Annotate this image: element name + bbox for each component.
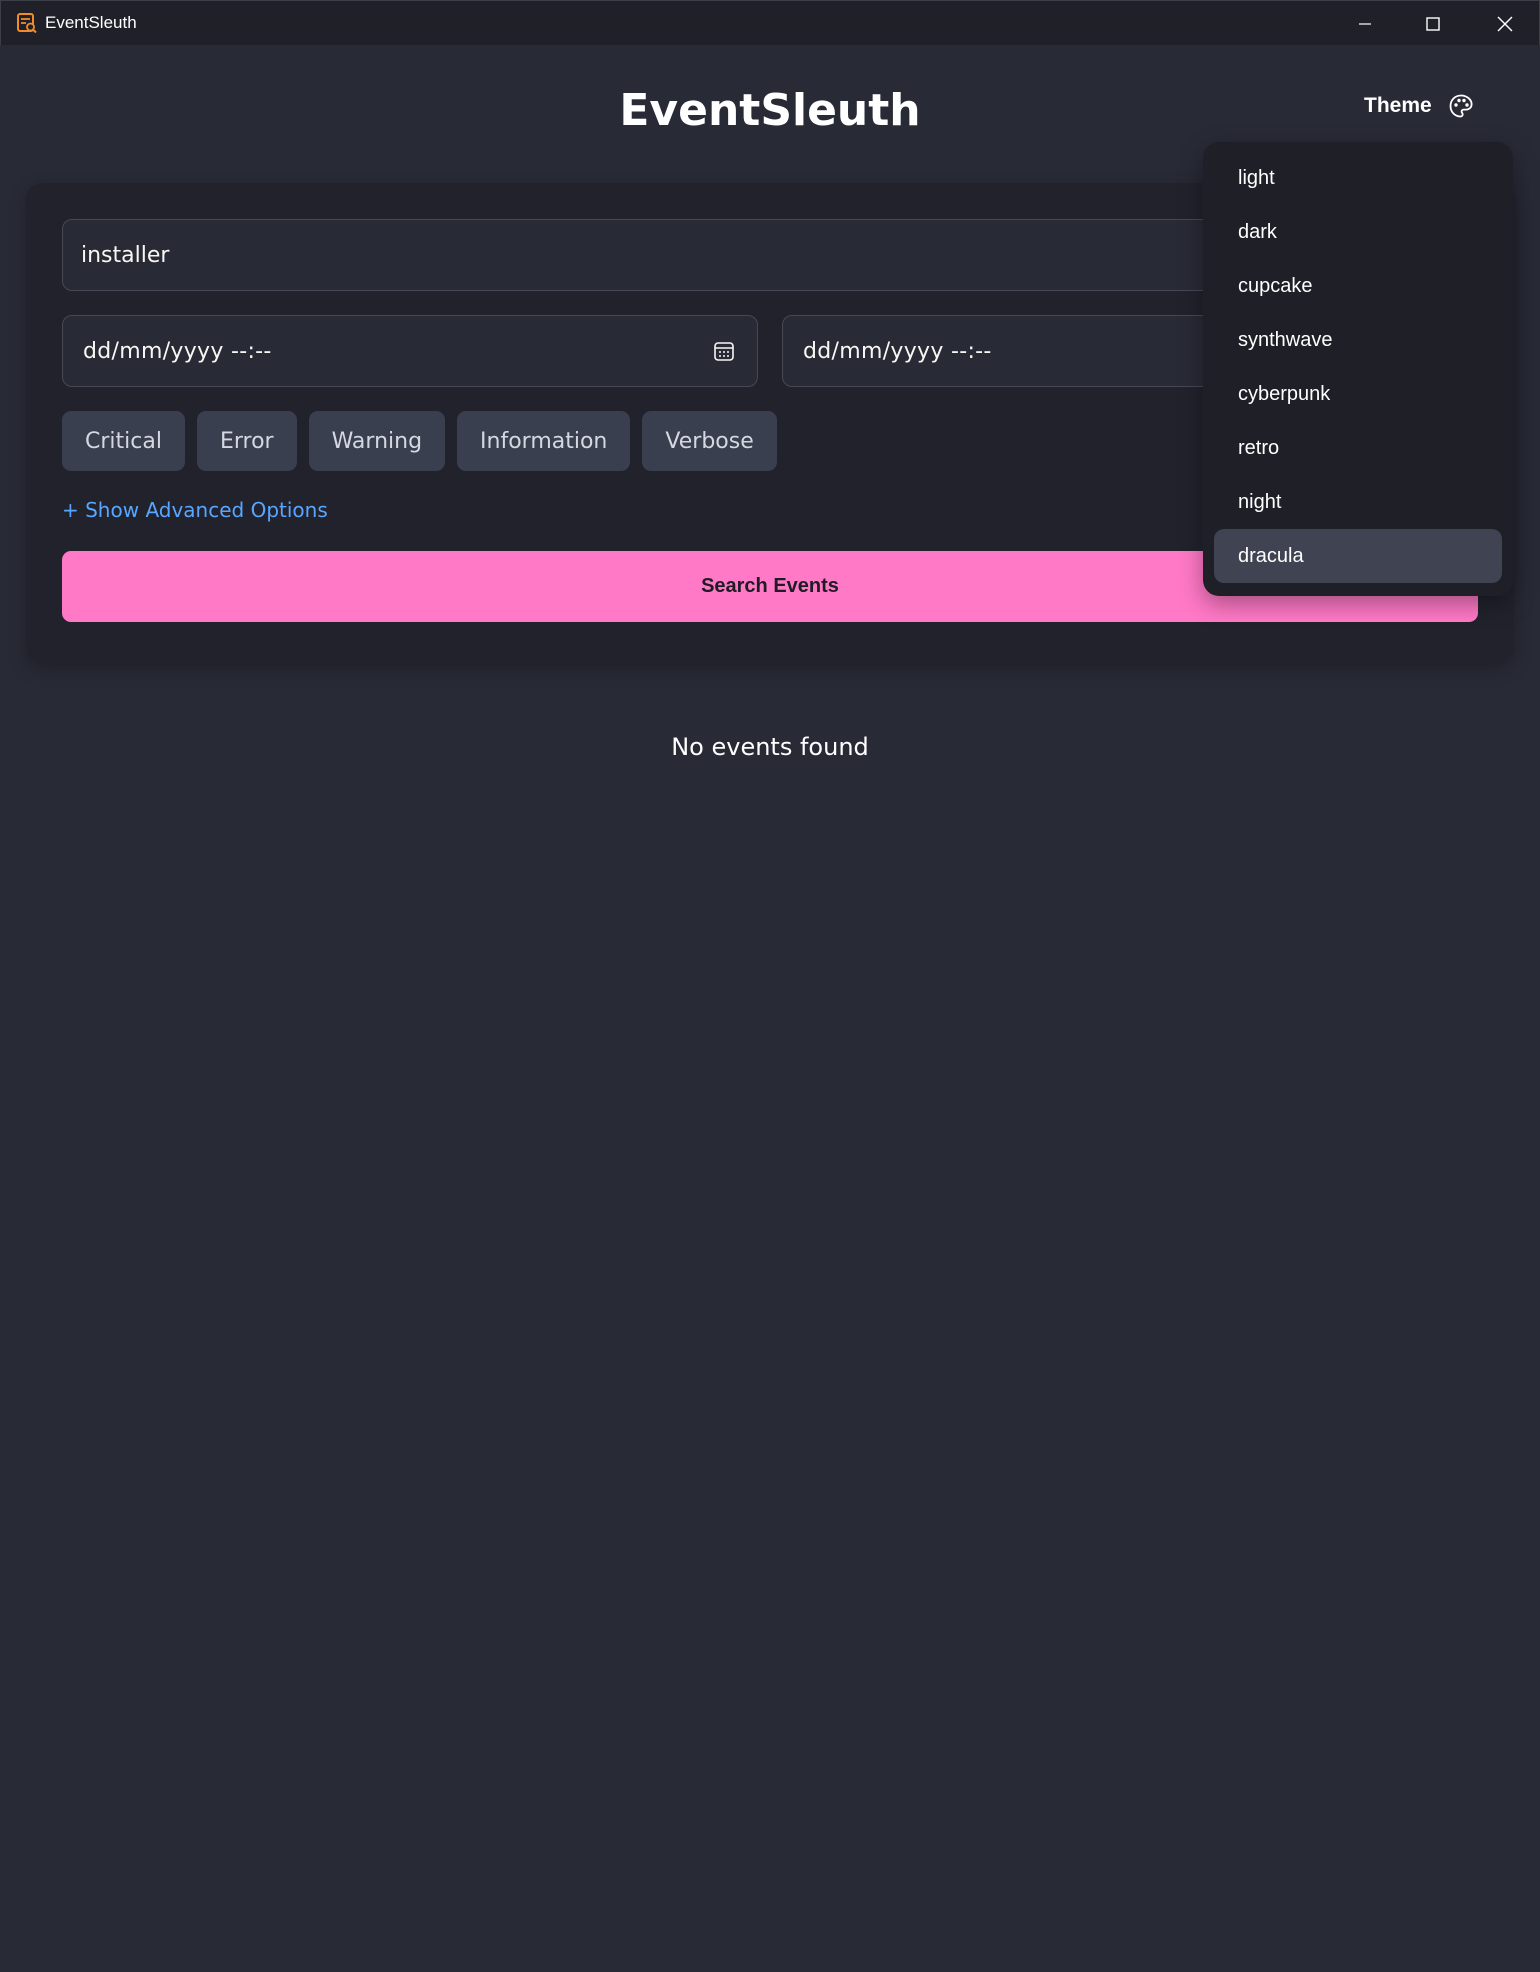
calendar-icon[interactable] [711, 338, 737, 364]
level-critical-button[interactable]: Critical [62, 411, 185, 471]
theme-menu: light dark cupcake synthwave cyberpunk r… [1203, 142, 1513, 596]
theme-option-light[interactable]: light [1214, 151, 1502, 205]
minimize-button[interactable] [1331, 1, 1399, 46]
empty-results-message: No events found [671, 733, 869, 761]
level-error-button[interactable]: Error [196, 411, 297, 471]
start-date-placeholder: dd/mm/yyyy --:-- [83, 338, 272, 364]
show-advanced-options-link[interactable]: + Show Advanced Options [62, 498, 328, 522]
theme-option-synthwave[interactable]: synthwave [1214, 313, 1502, 367]
theme-option-cupcake[interactable]: cupcake [1214, 259, 1502, 313]
window-titlebar: EventSleuth [0, 0, 1540, 45]
theme-dropdown-button[interactable]: Theme [1364, 86, 1474, 126]
theme-option-dracula[interactable]: dracula [1214, 529, 1502, 583]
level-filter-group: Critical Error Warning Information Verbo… [62, 411, 777, 471]
theme-option-dark[interactable]: dark [1214, 205, 1502, 259]
close-button[interactable] [1471, 1, 1539, 46]
level-warning-button[interactable]: Warning [308, 411, 446, 471]
level-information-button[interactable]: Information [457, 411, 631, 471]
start-date-input[interactable]: dd/mm/yyyy --:-- [62, 315, 758, 387]
maximize-button[interactable] [1399, 1, 1467, 46]
level-verbose-button[interactable]: Verbose [642, 411, 777, 471]
theme-option-night[interactable]: night [1214, 475, 1502, 529]
theme-option-retro[interactable]: retro [1214, 421, 1502, 475]
page-title: EventSleuth [619, 85, 921, 136]
window-title: EventSleuth [45, 13, 137, 32]
theme-option-cyberpunk[interactable]: cyberpunk [1214, 367, 1502, 421]
palette-icon [1449, 94, 1473, 118]
app-search-log-icon [17, 13, 37, 34]
close-icon [1497, 16, 1513, 31]
minimize-icon [1359, 22, 1371, 25]
theme-label: Theme [1364, 94, 1432, 117]
maximize-icon [1426, 16, 1440, 31]
